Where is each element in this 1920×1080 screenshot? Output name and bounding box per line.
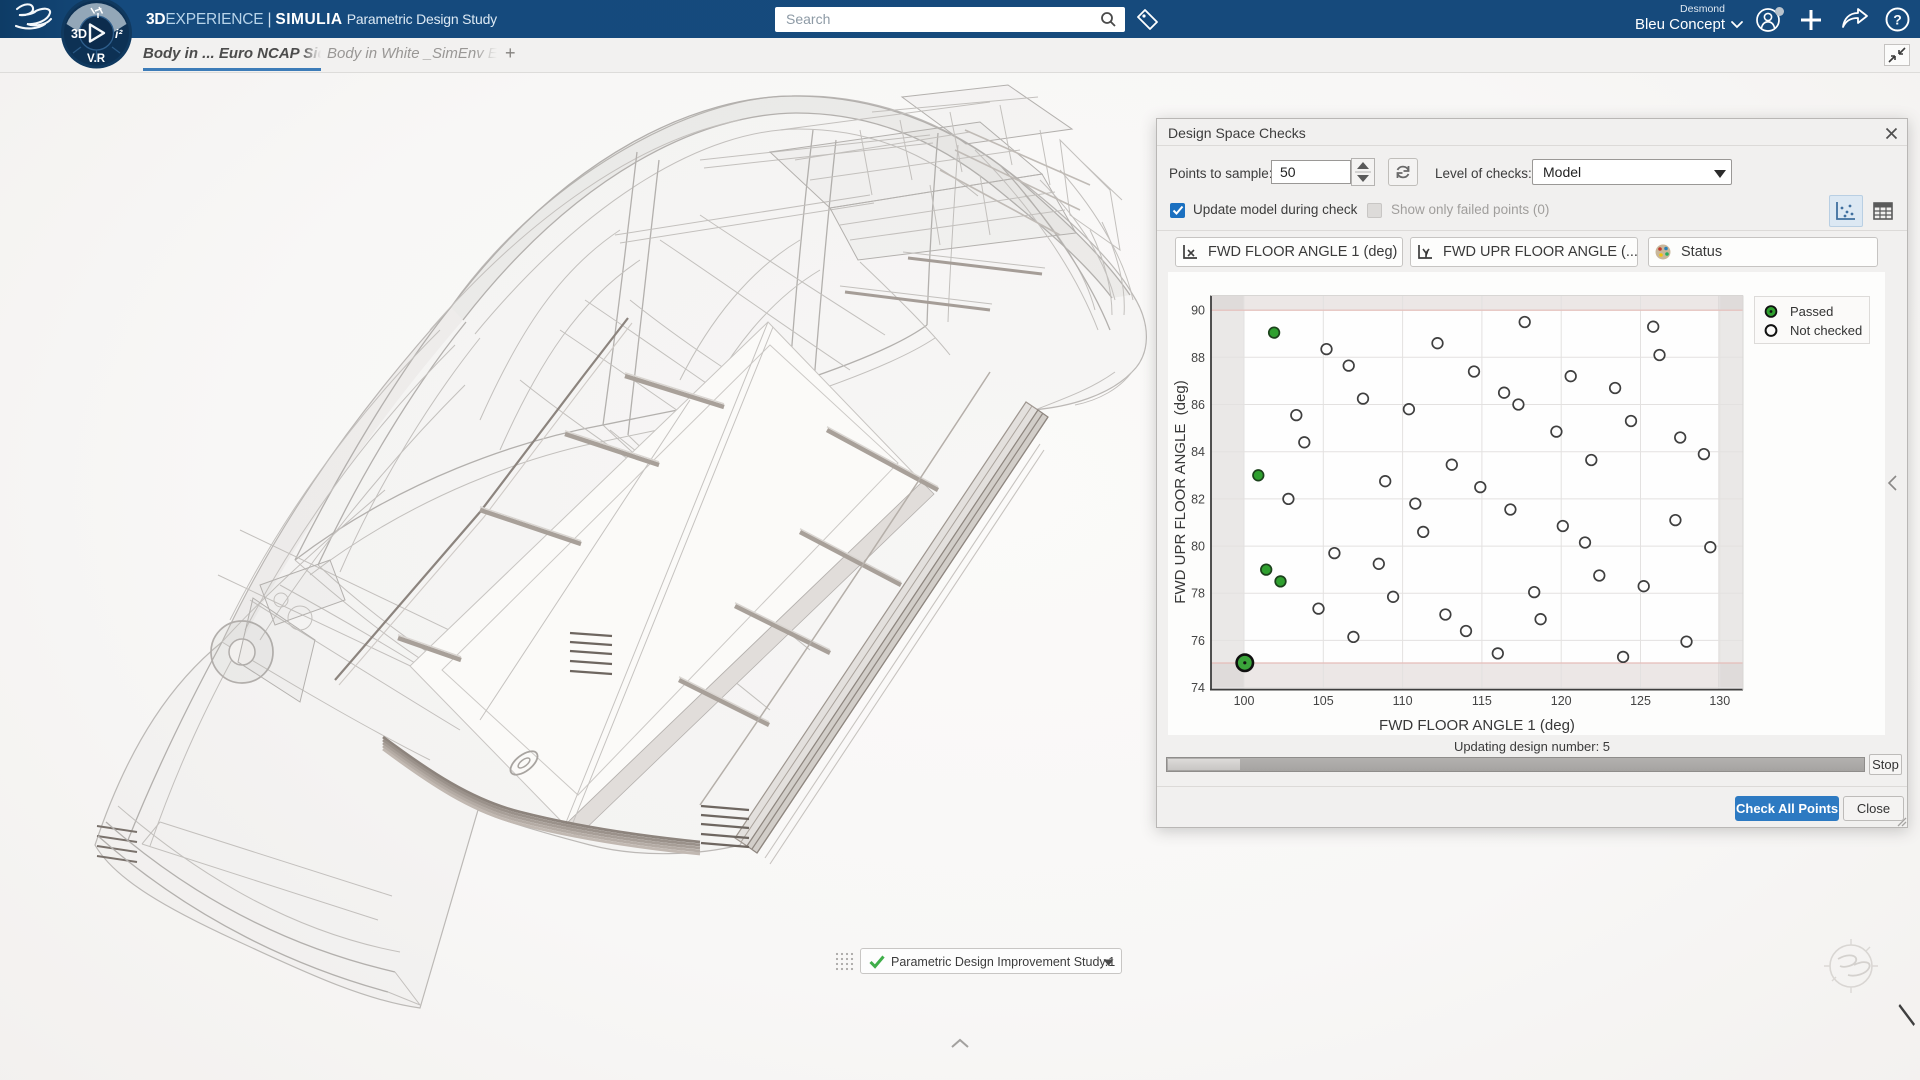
svg-text:Passed: Passed	[1790, 304, 1833, 319]
svg-text:?: ?	[1893, 12, 1902, 28]
svg-text:110: 110	[1393, 694, 1413, 708]
svg-text:130: 130	[1709, 694, 1730, 708]
svg-text:FWD FLOOR ANGLE 1 (deg): FWD FLOOR ANGLE 1 (deg)	[1379, 717, 1575, 734]
svg-text:125: 125	[1630, 694, 1651, 708]
svg-text:i²: i²	[115, 27, 123, 41]
svg-text:100: 100	[1234, 694, 1255, 708]
svg-text:FWD UPR FLOOR ANGLE (deg): FWD UPR FLOOR ANGLE (deg)	[1172, 380, 1189, 603]
svg-text:74: 74	[1191, 681, 1205, 695]
svg-text:115: 115	[1472, 694, 1492, 708]
svg-text:78: 78	[1191, 587, 1205, 601]
svg-text:76: 76	[1191, 634, 1205, 648]
svg-text:90: 90	[1191, 304, 1205, 318]
svg-text:88: 88	[1191, 351, 1205, 365]
svg-text:3D: 3D	[71, 27, 87, 41]
svg-text:80: 80	[1191, 540, 1205, 554]
svg-text:120: 120	[1551, 694, 1572, 708]
svg-text:86: 86	[1191, 398, 1205, 412]
svg-text:82: 82	[1191, 492, 1205, 506]
svg-text:Not checked: Not checked	[1790, 323, 1862, 338]
svg-text:105: 105	[1313, 694, 1334, 708]
svg-text:84: 84	[1191, 445, 1205, 459]
